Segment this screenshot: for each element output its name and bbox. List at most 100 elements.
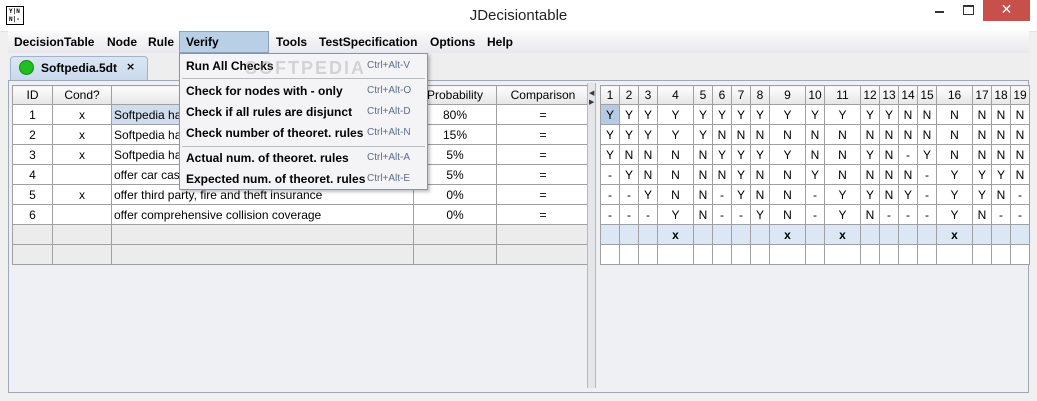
rule-cell[interactable]: N [693, 144, 713, 165]
menu-decisiontable[interactable]: DecisionTable [8, 31, 100, 53]
rule-mark-cell[interactable] [750, 224, 770, 245]
rule-cell[interactable]: Y [805, 104, 825, 125]
rule-cell[interactable]: Y [750, 104, 770, 125]
rule-cell[interactable]: N [693, 164, 713, 185]
rule-cell-empty[interactable] [917, 244, 937, 265]
rule-cell[interactable]: N [750, 164, 770, 185]
rule-cell[interactable]: N [657, 164, 694, 185]
rule-cell[interactable]: - [731, 204, 751, 225]
rule-cell[interactable]: N [1010, 124, 1030, 145]
rule-cell[interactable]: N [917, 104, 937, 125]
rule-cell[interactable]: Y [860, 104, 880, 125]
rule-mark-cell[interactable] [712, 224, 732, 245]
cell-cond[interactable]: x [52, 124, 112, 145]
menu-testspecification[interactable]: TestSpecification [313, 31, 423, 53]
rule-cell-empty[interactable] [619, 244, 639, 265]
rule-cell[interactable]: Y [898, 184, 918, 205]
rule-cell[interactable]: Y [750, 204, 770, 225]
rule-cell[interactable]: N [936, 104, 973, 125]
rule-col-header[interactable]: 14 [898, 85, 918, 105]
rule-cell[interactable]: - [917, 164, 937, 185]
menu-rule[interactable]: Rule [142, 31, 180, 53]
menu-help[interactable]: Help [481, 31, 519, 53]
rule-cell[interactable]: Y [936, 184, 973, 205]
cell-text[interactable]: offer comprehensive collision coverage [111, 204, 414, 225]
cell-cond[interactable]: x [52, 144, 112, 165]
rule-cell[interactable]: - [917, 184, 937, 205]
rule-cell[interactable]: N [657, 144, 694, 165]
rule-cell[interactable]: Y [936, 204, 973, 225]
rule-cell[interactable]: N [638, 164, 658, 185]
rule-cell[interactable]: Y [657, 204, 694, 225]
rule-mark-cell[interactable] [917, 224, 937, 245]
rule-cell-empty[interactable] [731, 244, 751, 265]
menu-item-expected-rules[interactable]: Expected num. of theoret. rules Ctrl+Alt… [180, 169, 427, 189]
rule-cell[interactable]: Y [879, 104, 899, 125]
rule-mark-cell[interactable] [1010, 224, 1030, 245]
rule-col-header[interactable]: 7 [731, 85, 751, 105]
rule-cell[interactable]: - [1010, 204, 1030, 225]
rule-cell[interactable]: N [972, 144, 992, 165]
rule-cell-empty[interactable] [1010, 244, 1030, 265]
rule-mark-cell[interactable] [638, 224, 658, 245]
rule-cell[interactable]: Y [824, 204, 861, 225]
rule-cell-empty[interactable] [769, 244, 806, 265]
rule-cell-empty[interactable] [600, 244, 620, 265]
cell-empty[interactable] [111, 244, 414, 265]
rule-mark-cell[interactable]: x [769, 224, 806, 245]
rule-cell[interactable]: N [936, 144, 973, 165]
cell-cmp[interactable]: = [496, 144, 590, 165]
rule-cell[interactable]: - [619, 184, 639, 205]
rule-cell[interactable]: Y [731, 184, 751, 205]
rule-col-header[interactable]: 17 [972, 85, 992, 105]
rule-col-header[interactable]: 15 [917, 85, 937, 105]
rule-col-header[interactable]: 13 [879, 85, 899, 105]
cell-id[interactable]: 5 [12, 184, 53, 205]
rule-cell[interactable]: Y [769, 144, 806, 165]
menu-tools[interactable]: Tools [270, 31, 313, 53]
rule-cell[interactable]: N [898, 124, 918, 145]
rule-col-header[interactable]: 5 [693, 85, 713, 105]
menu-verify[interactable]: Verify D.Table [179, 31, 269, 69]
rule-col-header[interactable]: 10 [805, 85, 825, 105]
rule-mark-cell[interactable] [731, 224, 751, 245]
rule-cell[interactable]: N [972, 124, 992, 145]
rule-cell[interactable]: Y [805, 164, 825, 185]
col-header-comparison[interactable]: Comparison [496, 85, 590, 105]
rule-cell[interactable]: N [693, 204, 713, 225]
rule-col-header[interactable]: 3 [638, 85, 658, 105]
rule-cell[interactable]: - [879, 204, 899, 225]
rule-cell[interactable]: N [657, 184, 694, 205]
rule-cell[interactable]: N [750, 184, 770, 205]
rule-cell[interactable]: N [898, 104, 918, 125]
cell-cmp[interactable]: = [496, 124, 590, 145]
rule-cell[interactable]: Y [712, 144, 732, 165]
rule-cell[interactable]: Y [731, 104, 751, 125]
rule-mark-cell[interactable] [805, 224, 825, 245]
rule-cell[interactable]: N [860, 124, 880, 145]
rule-cell[interactable]: N [1010, 104, 1030, 125]
rule-cell[interactable]: - [712, 184, 732, 205]
rule-col-header[interactable]: 4 [657, 85, 694, 105]
cell-cmp[interactable]: = [496, 164, 590, 185]
rule-cell[interactable]: N [805, 144, 825, 165]
cell-empty[interactable] [52, 244, 112, 265]
rule-col-header[interactable]: 18 [991, 85, 1011, 105]
cell-cond[interactable]: x [52, 104, 112, 125]
rule-cell[interactable]: Y [693, 104, 713, 125]
rule-cell[interactable]: Y [600, 144, 620, 165]
rule-col-header[interactable]: 12 [860, 85, 880, 105]
rule-cell[interactable]: - [805, 204, 825, 225]
rule-cell[interactable]: - [898, 144, 918, 165]
rule-cell[interactable]: Y [600, 124, 620, 145]
rule-cell[interactable]: N [769, 124, 806, 145]
split-divider[interactable]: ◀ ▶ [587, 83, 596, 388]
table-row-empty[interactable] [12, 224, 590, 245]
rule-cell[interactable]: N [769, 164, 806, 185]
rule-cell[interactable]: N [731, 124, 751, 145]
rule-mark-cell[interactable] [860, 224, 880, 245]
menu-item-check-disjunct[interactable]: Check if all rules are disjunct Ctrl+Alt… [180, 102, 427, 122]
rule-cell-empty[interactable] [712, 244, 732, 265]
rule-cell[interactable]: N [693, 184, 713, 205]
rule-cell[interactable]: N [991, 184, 1011, 205]
